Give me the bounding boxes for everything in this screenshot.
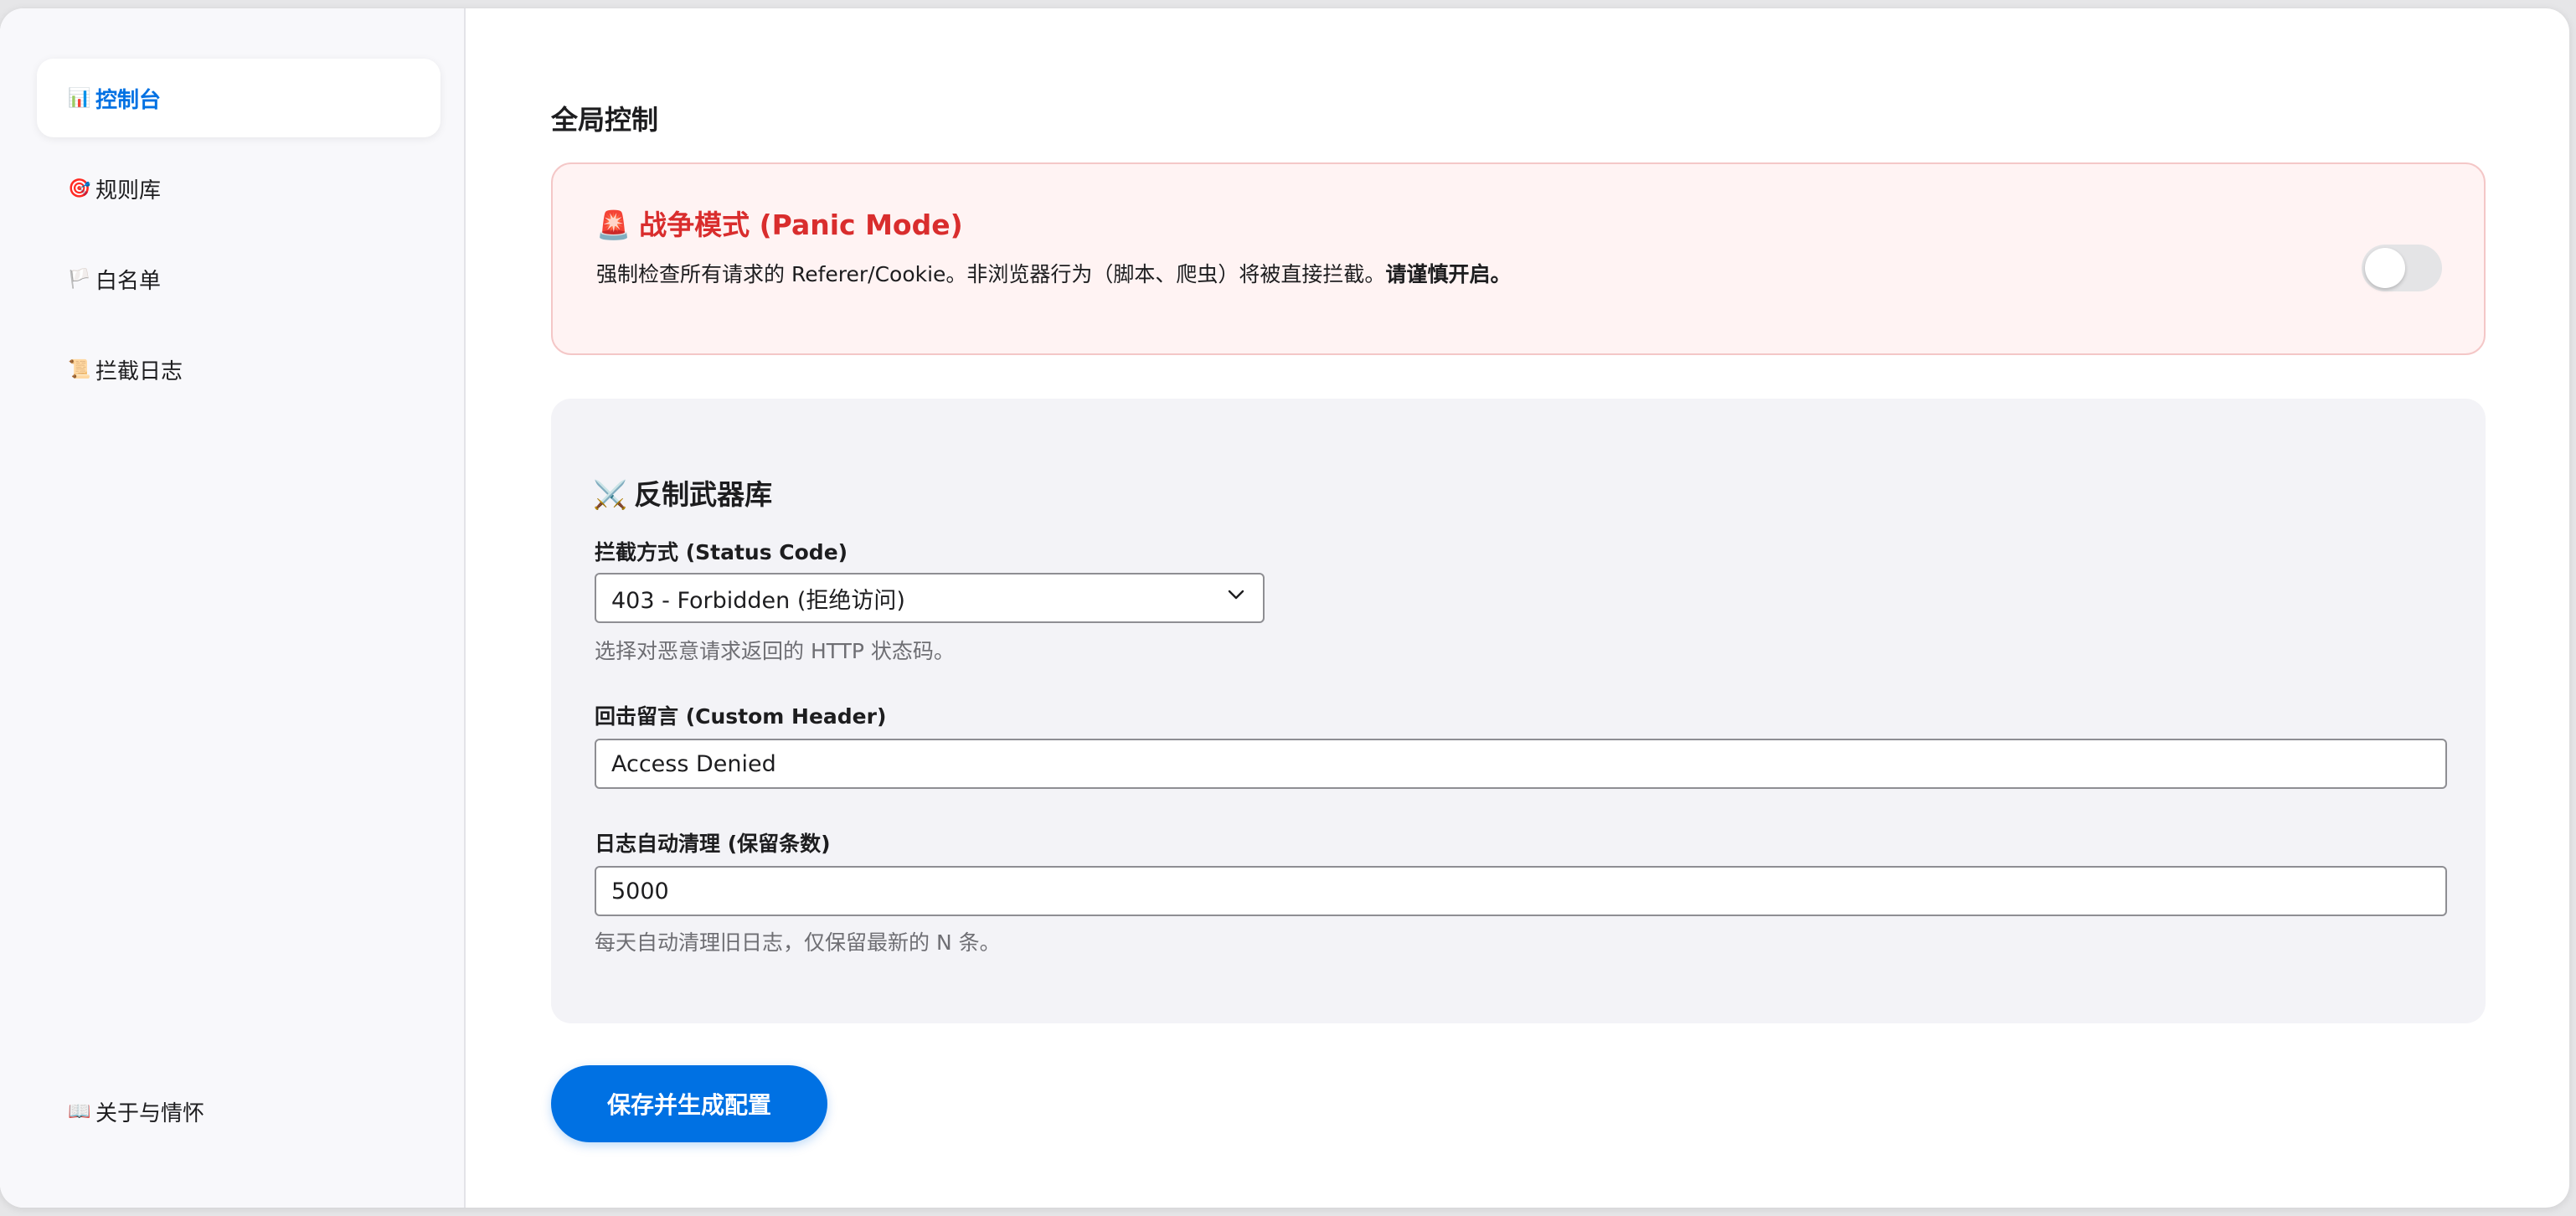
arsenal-title: ⚔️ 反制武器库 bbox=[593, 472, 772, 513]
sidebar-footer: 📖 关于与情怀 bbox=[37, 1072, 440, 1162]
crossed-swords-icon: ⚔️ bbox=[593, 478, 628, 511]
sidebar-item-whitelist[interactable]: 🏳️ 白名单 bbox=[37, 240, 440, 318]
custom-header-input[interactable]: Access Denied bbox=[595, 739, 2447, 789]
sidebar-item-label: 拦截日志 bbox=[95, 358, 183, 384]
status-code-selected-value: 403 - Forbidden (拒绝访问) bbox=[611, 587, 905, 614]
open-book-icon: 📖 bbox=[68, 1100, 91, 1122]
panic-mode-warning: 请谨慎开启。 bbox=[1385, 262, 1512, 286]
status-code-help: 选择对恶意请求返回的 HTTP 状态码。 bbox=[595, 639, 955, 663]
status-code-label: 拦截方式 (Status Code) bbox=[595, 540, 848, 564]
page-title: 全局控制 bbox=[551, 104, 659, 136]
log-cleanup-input[interactable]: 5000 bbox=[595, 866, 2447, 916]
save-button[interactable]: 保存并生成配置 bbox=[551, 1065, 827, 1142]
arsenal-card: ⚔️ 反制武器库 拦截方式 (Status Code) 403 - Forbidd… bbox=[551, 399, 2486, 1023]
sidebar-item-label: 关于与情怀 bbox=[95, 1100, 205, 1126]
toggle-knob bbox=[2365, 248, 2405, 288]
sidebar-item-about[interactable]: 📖 关于与情怀 bbox=[37, 1072, 440, 1151]
panic-mode-title: 🚨 战争模式 (Panic Mode) bbox=[596, 203, 963, 243]
white-flag-icon: 🏳️ bbox=[68, 268, 91, 290]
sidebar-item-label: 规则库 bbox=[95, 178, 162, 204]
custom-header-label: 回击留言 (Custom Header) bbox=[595, 704, 887, 729]
app-window: 📊 控制台 🎯 规则库 🏳️ 白名单 📜 拦截日志 📖 关于与情怀 全局控制 🚨… bbox=[0, 8, 2569, 1208]
sidebar-item-label: 白名单 bbox=[95, 268, 162, 294]
sidebar: 📊 控制台 🎯 规则库 🏳️ 白名单 📜 拦截日志 📖 关于与情怀 bbox=[0, 8, 466, 1208]
sidebar-item-rules[interactable]: 🎯 规则库 bbox=[37, 149, 440, 228]
target-icon: 🎯 bbox=[68, 178, 91, 199]
panic-mode-card: 🚨 战争模式 (Panic Mode) 强制检查所有请求的 Referer/Coo… bbox=[551, 162, 2486, 355]
sidebar-item-block-logs[interactable]: 📜 拦截日志 bbox=[37, 330, 440, 409]
bar-chart-icon: 📊 bbox=[68, 87, 91, 109]
chevron-down-icon bbox=[1228, 590, 1244, 600]
arsenal-title-text: 反制武器库 bbox=[634, 478, 773, 511]
log-cleanup-value: 5000 bbox=[611, 878, 669, 904]
log-cleanup-label: 日志自动清理 (保留条数) bbox=[595, 832, 831, 856]
scroll-icon: 📜 bbox=[68, 358, 91, 380]
sidebar-nav: 📊 控制台 🎯 规则库 🏳️ 白名单 📜 拦截日志 bbox=[37, 59, 440, 420]
panic-mode-title-text: 战争模式 (Panic Mode) bbox=[639, 209, 963, 241]
custom-header-value: Access Denied bbox=[611, 750, 776, 777]
siren-icon: 🚨 bbox=[596, 209, 631, 241]
panic-mode-description-text: 强制检查所有请求的 Referer/Cookie。非浏览器行为（脚本、爬虫）将被… bbox=[596, 262, 1386, 286]
panic-mode-description: 强制检查所有请求的 Referer/Cookie。非浏览器行为（脚本、爬虫）将被… bbox=[596, 258, 1511, 288]
panic-mode-toggle[interactable] bbox=[2362, 245, 2442, 291]
status-code-select[interactable]: 403 - Forbidden (拒绝访问) bbox=[595, 573, 1265, 623]
sidebar-item-label: 控制台 bbox=[95, 87, 162, 113]
log-cleanup-help: 每天自动清理旧日志，仅保留最新的 N 条。 bbox=[595, 930, 1001, 955]
sidebar-item-dashboard[interactable]: 📊 控制台 bbox=[37, 59, 440, 137]
